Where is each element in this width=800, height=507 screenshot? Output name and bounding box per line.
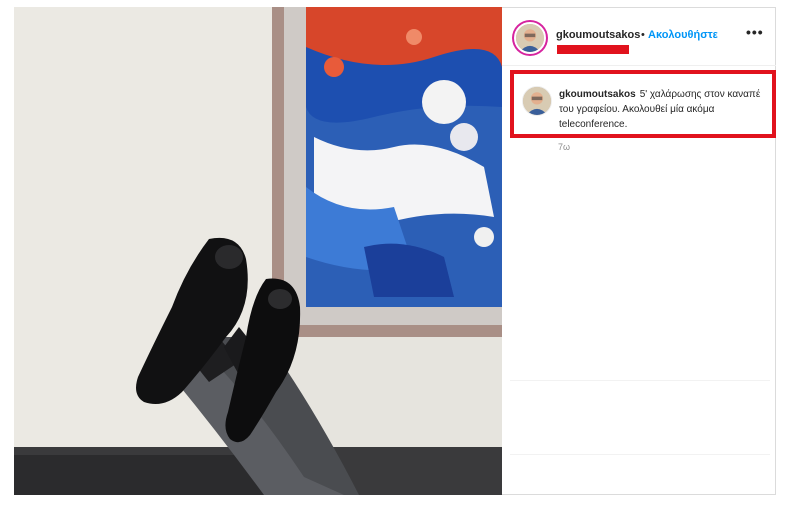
divider (510, 454, 770, 455)
post-photo[interactable] (14, 7, 502, 495)
avatar-icon (523, 87, 551, 115)
divider (510, 380, 770, 381)
post-username-link[interactable]: gkoumoutsakos (556, 29, 640, 41)
redaction-bar (557, 45, 629, 54)
more-options-icon[interactable]: ••• (746, 24, 764, 40)
caption-username-link[interactable]: gkoumoutsakos (559, 89, 636, 100)
caption-avatar[interactable] (522, 86, 552, 116)
follow-button[interactable]: Ακολουθήστε (648, 29, 718, 41)
separator-dot: • (641, 29, 645, 41)
post-timestamp[interactable]: 7ω (558, 142, 570, 152)
instagram-post-view: gkoumoutsakos • Ακολουθήστε ••• gkoumout… (0, 0, 800, 507)
caption-highlight-box: gkoumoutsakos 5' χαλάρωσης στον καναπέ το… (510, 70, 776, 138)
caption-text: gkoumoutsakos 5' χαλάρωσης στον καναπέ το… (559, 87, 769, 132)
profile-avatar[interactable] (514, 22, 546, 54)
post-header: gkoumoutsakos • Ακολουθήστε ••• (502, 8, 776, 66)
post-side-panel: gkoumoutsakos • Ακολουθήστε ••• gkoumout… (502, 7, 776, 495)
photo-illustration (14, 7, 502, 495)
avatar-icon (516, 24, 544, 52)
